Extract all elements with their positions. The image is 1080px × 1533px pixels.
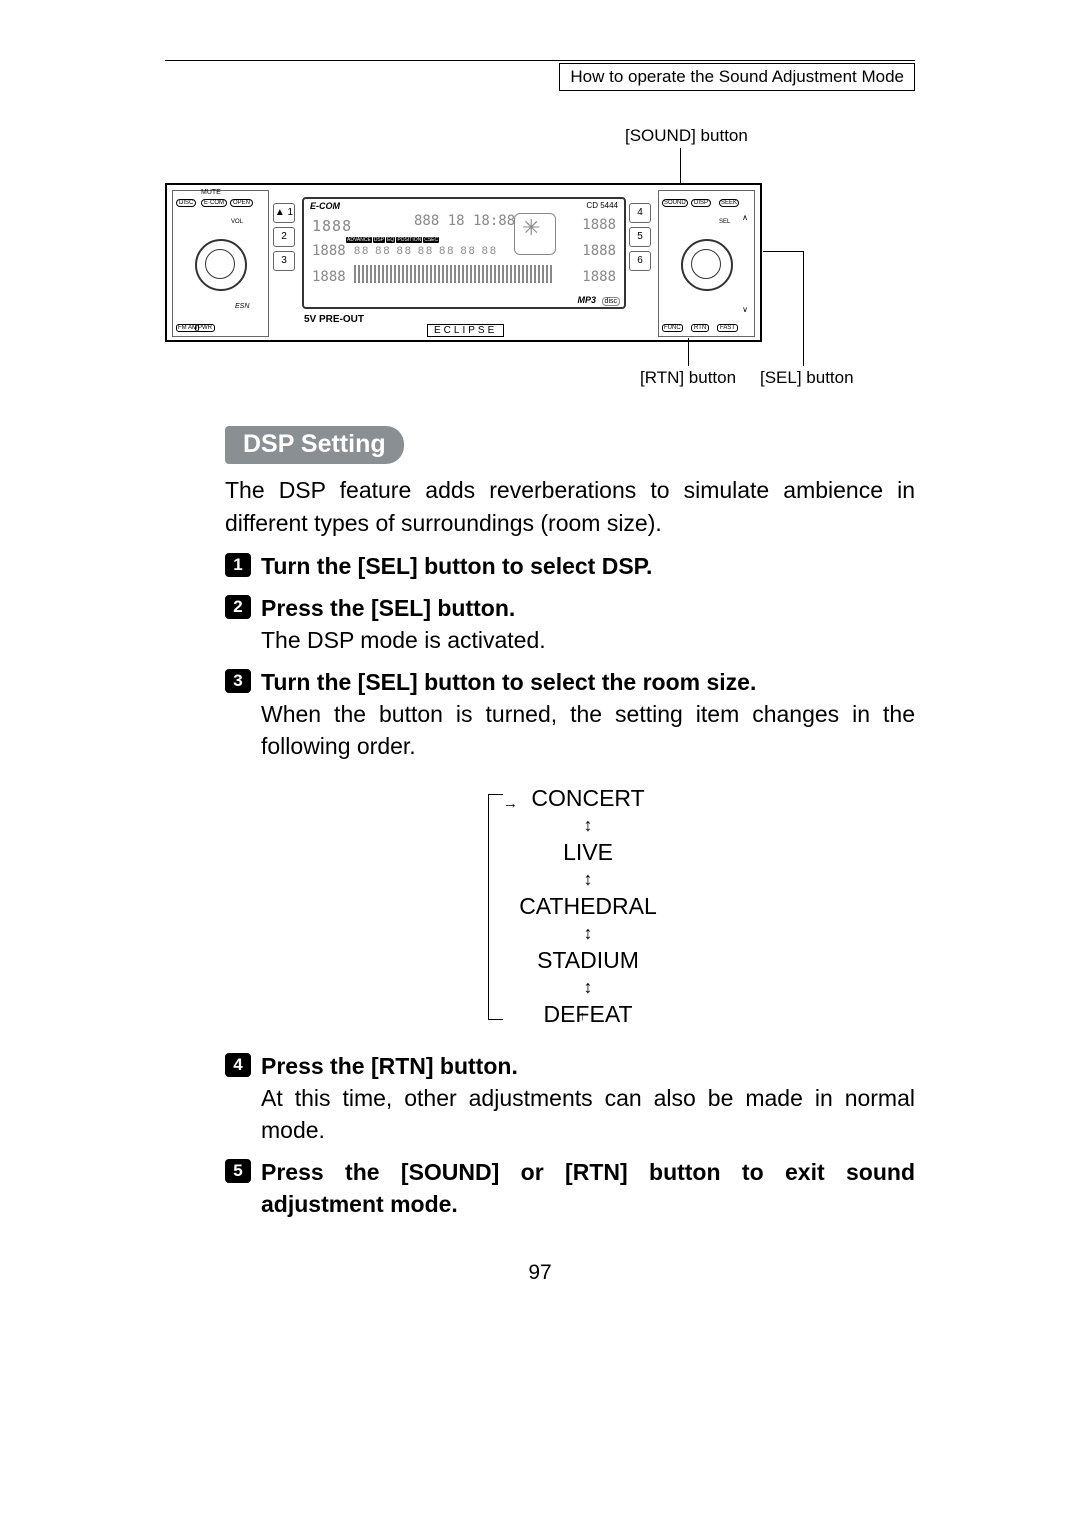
open-button: OPEN	[230, 199, 253, 207]
preset-1: ▲ 1	[273, 203, 295, 223]
seq-item: DEFEAT	[473, 998, 703, 1030]
up-icon: ∧	[742, 213, 748, 222]
spectrum-bars	[354, 265, 554, 283]
callout-sound: [SOUND] button	[625, 126, 748, 146]
pwr-button: PWR	[195, 324, 215, 332]
seek-button: SEEK	[719, 199, 739, 207]
preout-label: 5V PRE-OUT	[304, 314, 364, 325]
sel-label: SEL	[719, 219, 730, 225]
indicator-tags: ADVANCEDSPEQPOSITIONCSEC	[346, 237, 440, 243]
rtn-button: RTN	[691, 324, 709, 332]
sequence-diagram: → CONCERT ↕ LIVE ↕ CATHEDRAL ↕ STADIUM ↕…	[473, 782, 703, 1030]
brand-label: E-COM	[310, 201, 340, 211]
callout-line	[688, 338, 689, 366]
step-number: 1	[225, 553, 251, 577]
eclipse-logo: ECLIPSE	[427, 324, 504, 337]
preset-column-left: ▲ 1 2 3	[273, 203, 295, 275]
step-1: 1 Turn the [SEL] button to select DSP.	[225, 550, 915, 582]
step-number: 2	[225, 595, 251, 619]
seg-left-3: 1888	[312, 269, 346, 285]
breadcrumb: How to operate the Sound Adjustment Mode	[559, 63, 915, 91]
preset-2: 2	[273, 227, 295, 247]
step-bold: Press the [SEL] button.	[261, 595, 515, 621]
left-panel: MUTE DISC E·COM OPEN VOL ESN FM AM PWR	[172, 190, 269, 337]
step-plain: When the button is turned, the setting i…	[261, 698, 915, 762]
updown-arrow-icon: ↕	[473, 976, 703, 998]
seg-right-3: 1888	[582, 269, 616, 285]
ecom-button: E·COM	[201, 199, 227, 207]
disc-logo: disc	[602, 297, 620, 306]
device-diagram: [SOUND] button MUTE DISC E·COM OPEN VOL …	[165, 126, 915, 406]
page-number: 97	[165, 1261, 915, 1285]
disc-button: DISC	[176, 199, 196, 207]
step-5: 5 Press the [SOUND] or [RTN] button to e…	[225, 1156, 915, 1220]
callout-rtn: [RTN] button	[640, 368, 736, 388]
sequence-loop-frame	[488, 794, 503, 1020]
fast-button: FAST	[717, 324, 738, 332]
step-number: 4	[225, 1053, 251, 1077]
step-3: 3 Turn the [SEL] button to select the ro…	[225, 666, 915, 1040]
step-bold: Turn the [SEL] button to select DSP.	[261, 553, 652, 579]
step-plain: At this time, other adjustments can also…	[261, 1082, 915, 1146]
step-2: 2 Press the [SEL] button. The DSP mode i…	[225, 592, 915, 656]
preset-column-right: 4 5 6	[629, 203, 651, 275]
block-seg: 88 88 88 88 88 88 88	[354, 245, 498, 257]
down-icon: ∨	[742, 305, 748, 314]
callout-line	[803, 251, 804, 366]
callout-line	[680, 148, 681, 183]
disp-button: DISP	[691, 199, 711, 207]
step-plain: The DSP mode is activated.	[261, 627, 546, 653]
callout-sel: [SEL] button	[760, 368, 854, 388]
step-number: 5	[225, 1159, 251, 1183]
esn-label: ESN	[235, 303, 249, 310]
right-panel: SOUND DISP SEEK SEL ∧ ∨ FUNC RTN FAST	[658, 190, 755, 337]
seq-item: LIVE	[473, 836, 703, 868]
step-4: 4 Press the [RTN] button. At this time, …	[225, 1050, 915, 1146]
sun-icon	[524, 223, 544, 243]
step-bold: Turn the [SEL] button to select the room…	[261, 669, 756, 695]
preset-4: 4	[629, 203, 651, 223]
mp3-label: MP3	[577, 295, 596, 305]
model-label: CD 5444	[586, 201, 618, 210]
arrow-icon: →	[503, 788, 518, 820]
volume-knob	[195, 239, 247, 291]
head-unit: MUTE DISC E·COM OPEN VOL ESN FM AM PWR ▲…	[165, 183, 762, 342]
section-title: DSP Setting	[225, 426, 404, 464]
callout-line	[763, 251, 803, 252]
step-bold: Press the [SOUND] or [RTN] button to exi…	[261, 1159, 915, 1217]
clock-seg: 888 18 18:88	[414, 213, 515, 229]
seq-item: STADIUM	[473, 944, 703, 976]
step-number: 3	[225, 669, 251, 693]
vol-label: VOL	[231, 219, 243, 225]
preset-5: 5	[629, 227, 651, 247]
seg-left-2: 1888	[312, 243, 346, 259]
seg-left-1: 1888	[312, 217, 352, 235]
func-button: FUNC	[662, 324, 683, 332]
graphic-box	[514, 213, 556, 255]
mute-label: MUTE	[201, 189, 221, 196]
section-intro: The DSP feature adds reverberations to s…	[225, 474, 915, 540]
sound-button: SOUND	[662, 199, 688, 207]
step-bold: Press the [RTN] button.	[261, 1053, 518, 1079]
seg-right-1: 1888	[582, 217, 616, 233]
seg-right-2: 1888	[582, 243, 616, 259]
preset-6: 6	[629, 251, 651, 271]
updown-arrow-icon: ↕	[473, 868, 703, 890]
preset-3: 3	[273, 251, 295, 271]
updown-arrow-icon: ↕	[473, 922, 703, 944]
sel-knob	[681, 239, 733, 291]
lcd-display: E-COM CD 5444 1888 888 18 18:88 ADVANCED…	[302, 197, 626, 309]
arrow-icon: ↑	[579, 1000, 586, 1032]
seq-item: CATHEDRAL	[473, 890, 703, 922]
